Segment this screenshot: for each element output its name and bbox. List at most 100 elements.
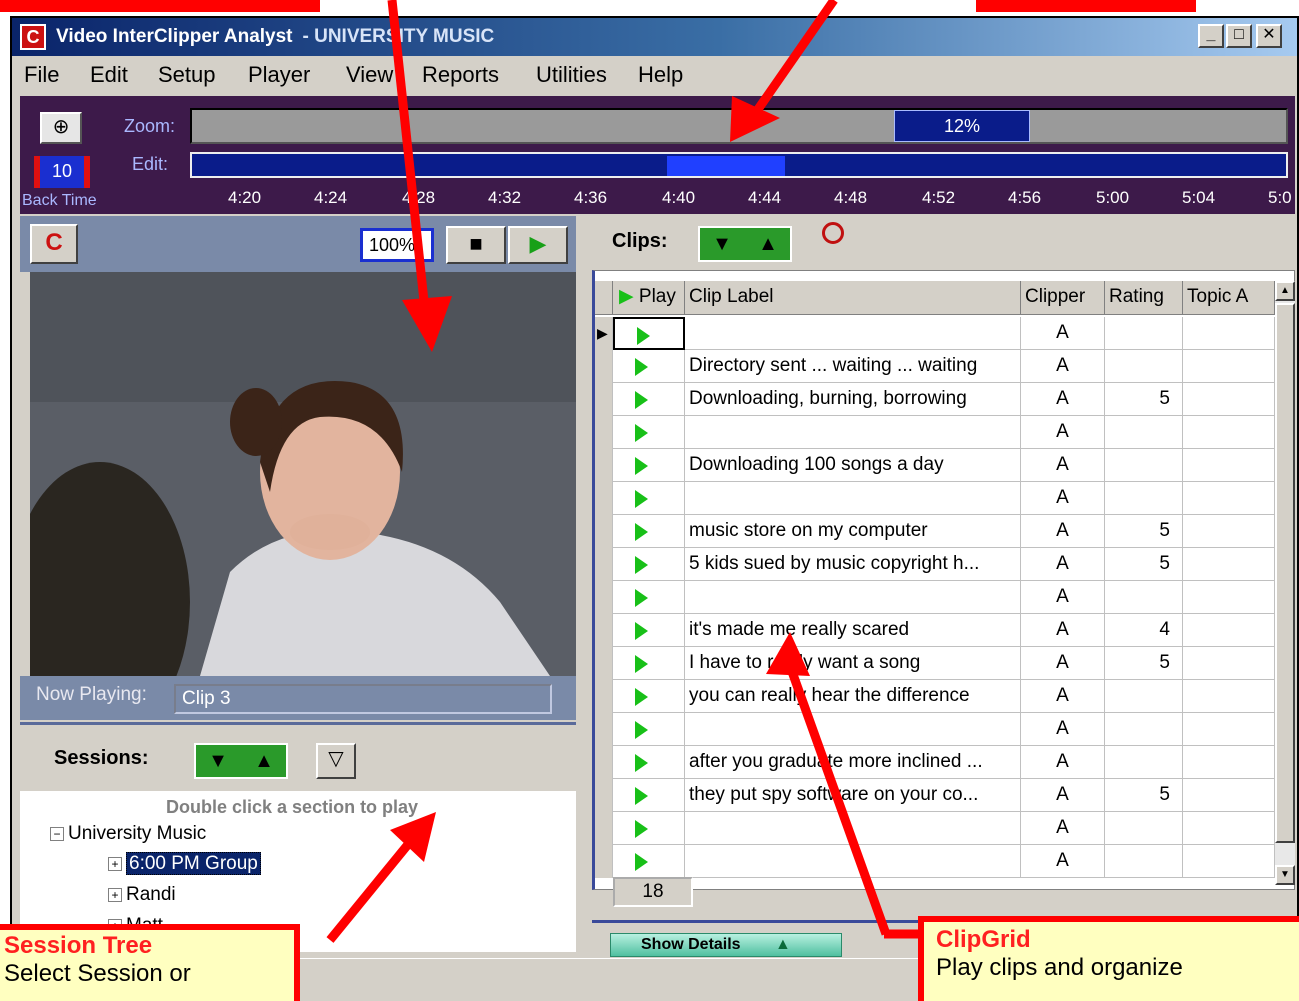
menu-file[interactable]: File <box>24 62 59 88</box>
zoom-icon[interactable]: ⊕ <box>40 112 82 144</box>
show-details-button[interactable]: Show Details ▲ <box>610 933 842 957</box>
filter-icon[interactable]: ▽ <box>316 743 356 779</box>
clip-label-cell[interactable] <box>685 482 1021 515</box>
play-clip-icon[interactable] <box>635 853 648 871</box>
maximize-button[interactable]: □ <box>1226 24 1252 48</box>
table-row[interactable]: Downloading 100 songs a day A <box>595 449 1275 482</box>
play-clip-icon[interactable] <box>635 688 648 706</box>
expand-icon[interactable]: + <box>108 887 122 902</box>
move-down-icon[interactable]: ▼ <box>702 232 742 256</box>
row-selector[interactable] <box>595 647 613 680</box>
play-clip-cell[interactable] <box>613 680 685 713</box>
menu-view[interactable]: View <box>346 62 393 88</box>
play-clip-cell[interactable] <box>613 416 685 449</box>
rating-cell[interactable] <box>1105 845 1183 878</box>
menu-utilities[interactable]: Utilities <box>536 62 607 88</box>
play-clip-icon[interactable] <box>635 523 648 541</box>
zoom-slider[interactable]: 12% <box>190 108 1288 144</box>
menu-reports[interactable]: Reports <box>422 62 499 88</box>
play-clip-cell[interactable] <box>613 647 685 680</box>
table-row[interactable]: Downloading, burning, borrowing A 5 <box>595 383 1275 416</box>
move-down-icon[interactable]: ▼ <box>198 749 238 773</box>
col-play[interactable]: ▶ Play <box>613 281 685 315</box>
rating-cell[interactable]: 5 <box>1105 548 1183 581</box>
clipper-cell[interactable]: A <box>1021 350 1105 383</box>
play-clip-icon[interactable] <box>635 556 648 574</box>
table-row[interactable]: 5 kids sued by music copyright h... A 5 <box>595 548 1275 581</box>
rating-cell[interactable]: 5 <box>1105 383 1183 416</box>
edit-timeline[interactable] <box>190 152 1288 178</box>
clip-label-cell[interactable] <box>685 812 1021 845</box>
clipper-cell[interactable]: A <box>1021 812 1105 845</box>
clipper-cell[interactable]: A <box>1021 449 1105 482</box>
menu-edit[interactable]: Edit <box>90 62 128 88</box>
clip-label-cell[interactable]: Downloading 100 songs a day <box>685 449 1021 482</box>
clipper-cell[interactable]: A <box>1021 845 1105 878</box>
play-clip-icon[interactable] <box>635 787 648 805</box>
table-row[interactable]: you can really hear the difference A <box>595 680 1275 713</box>
play-clip-cell[interactable] <box>613 449 685 482</box>
topic-a-cell[interactable] <box>1183 812 1275 845</box>
clipper-cell[interactable]: A <box>1021 383 1105 416</box>
topic-a-cell[interactable] <box>1183 449 1275 482</box>
row-selector[interactable] <box>595 515 613 548</box>
clip-label-cell[interactable]: 5 kids sued by music copyright h... <box>685 548 1021 581</box>
table-row[interactable]: they put spy software on your co... A 5 <box>595 779 1275 812</box>
table-row[interactable]: A <box>595 812 1275 845</box>
play-clip-icon[interactable] <box>635 358 648 376</box>
clip-label-cell[interactable]: music store on my computer <box>685 515 1021 548</box>
table-row[interactable]: after you graduate more inclined ... A <box>595 746 1275 779</box>
clip-label-cell[interactable]: after you graduate more inclined ... <box>685 746 1021 779</box>
table-row[interactable]: Directory sent ... waiting ... waiting A <box>595 350 1275 383</box>
topic-a-cell[interactable] <box>1183 350 1275 383</box>
play-clip-cell[interactable] <box>613 845 685 878</box>
table-row[interactable]: A <box>595 581 1275 614</box>
play-icon[interactable]: ▶ <box>508 226 568 264</box>
col-clip-label[interactable]: Clip Label <box>685 281 1021 315</box>
row-selector[interactable] <box>595 812 613 845</box>
clipper-cell[interactable]: A <box>1021 779 1105 812</box>
row-selector[interactable] <box>595 548 613 581</box>
topic-a-cell[interactable] <box>1183 548 1275 581</box>
play-clip-cell[interactable] <box>613 317 685 350</box>
clip-label-cell[interactable]: Downloading, burning, borrowing <box>685 383 1021 416</box>
scroll-thumb[interactable] <box>1275 303 1295 843</box>
topic-a-cell[interactable] <box>1183 746 1275 779</box>
clipper-cell[interactable]: A <box>1021 317 1105 350</box>
topic-a-cell[interactable] <box>1183 383 1275 416</box>
col-topic-a[interactable]: Topic A <box>1183 281 1275 315</box>
play-clip-icon[interactable] <box>635 391 648 409</box>
play-clip-cell[interactable] <box>613 713 685 746</box>
vertical-scrollbar[interactable]: ▲ ▼ <box>1275 281 1295 885</box>
clipper-cell[interactable]: A <box>1021 614 1105 647</box>
play-clip-cell[interactable] <box>613 746 685 779</box>
table-row[interactable]: A <box>595 845 1275 878</box>
clipper-cell[interactable]: A <box>1021 515 1105 548</box>
scroll-down-icon[interactable]: ▼ <box>1275 865 1295 885</box>
play-clip-icon[interactable] <box>635 490 648 508</box>
close-button[interactable]: ✕ <box>1256 24 1282 48</box>
expand-icon[interactable]: + <box>108 856 122 871</box>
play-clip-cell[interactable] <box>613 548 685 581</box>
topic-a-cell[interactable] <box>1183 581 1275 614</box>
topic-a-cell[interactable] <box>1183 845 1275 878</box>
topic-a-cell[interactable] <box>1183 317 1275 350</box>
row-selector[interactable] <box>595 779 613 812</box>
topic-a-cell[interactable] <box>1183 647 1275 680</box>
tree-node-root[interactable]: − University Music <box>50 823 206 845</box>
row-selector[interactable] <box>595 746 613 779</box>
row-selector[interactable]: ▶ <box>595 317 613 350</box>
rating-cell[interactable]: 4 <box>1105 614 1183 647</box>
clip-label-cell[interactable] <box>685 317 1021 350</box>
clipper-cell[interactable]: A <box>1021 581 1105 614</box>
rating-cell[interactable] <box>1105 317 1183 350</box>
rating-cell[interactable] <box>1105 713 1183 746</box>
play-clip-cell[interactable] <box>613 350 685 383</box>
rating-cell[interactable] <box>1105 680 1183 713</box>
row-selector[interactable] <box>595 845 613 878</box>
row-selector[interactable] <box>595 350 613 383</box>
row-selector[interactable] <box>595 680 613 713</box>
topic-a-cell[interactable] <box>1183 482 1275 515</box>
clip-label-cell[interactable] <box>685 845 1021 878</box>
play-clip-cell[interactable] <box>613 779 685 812</box>
